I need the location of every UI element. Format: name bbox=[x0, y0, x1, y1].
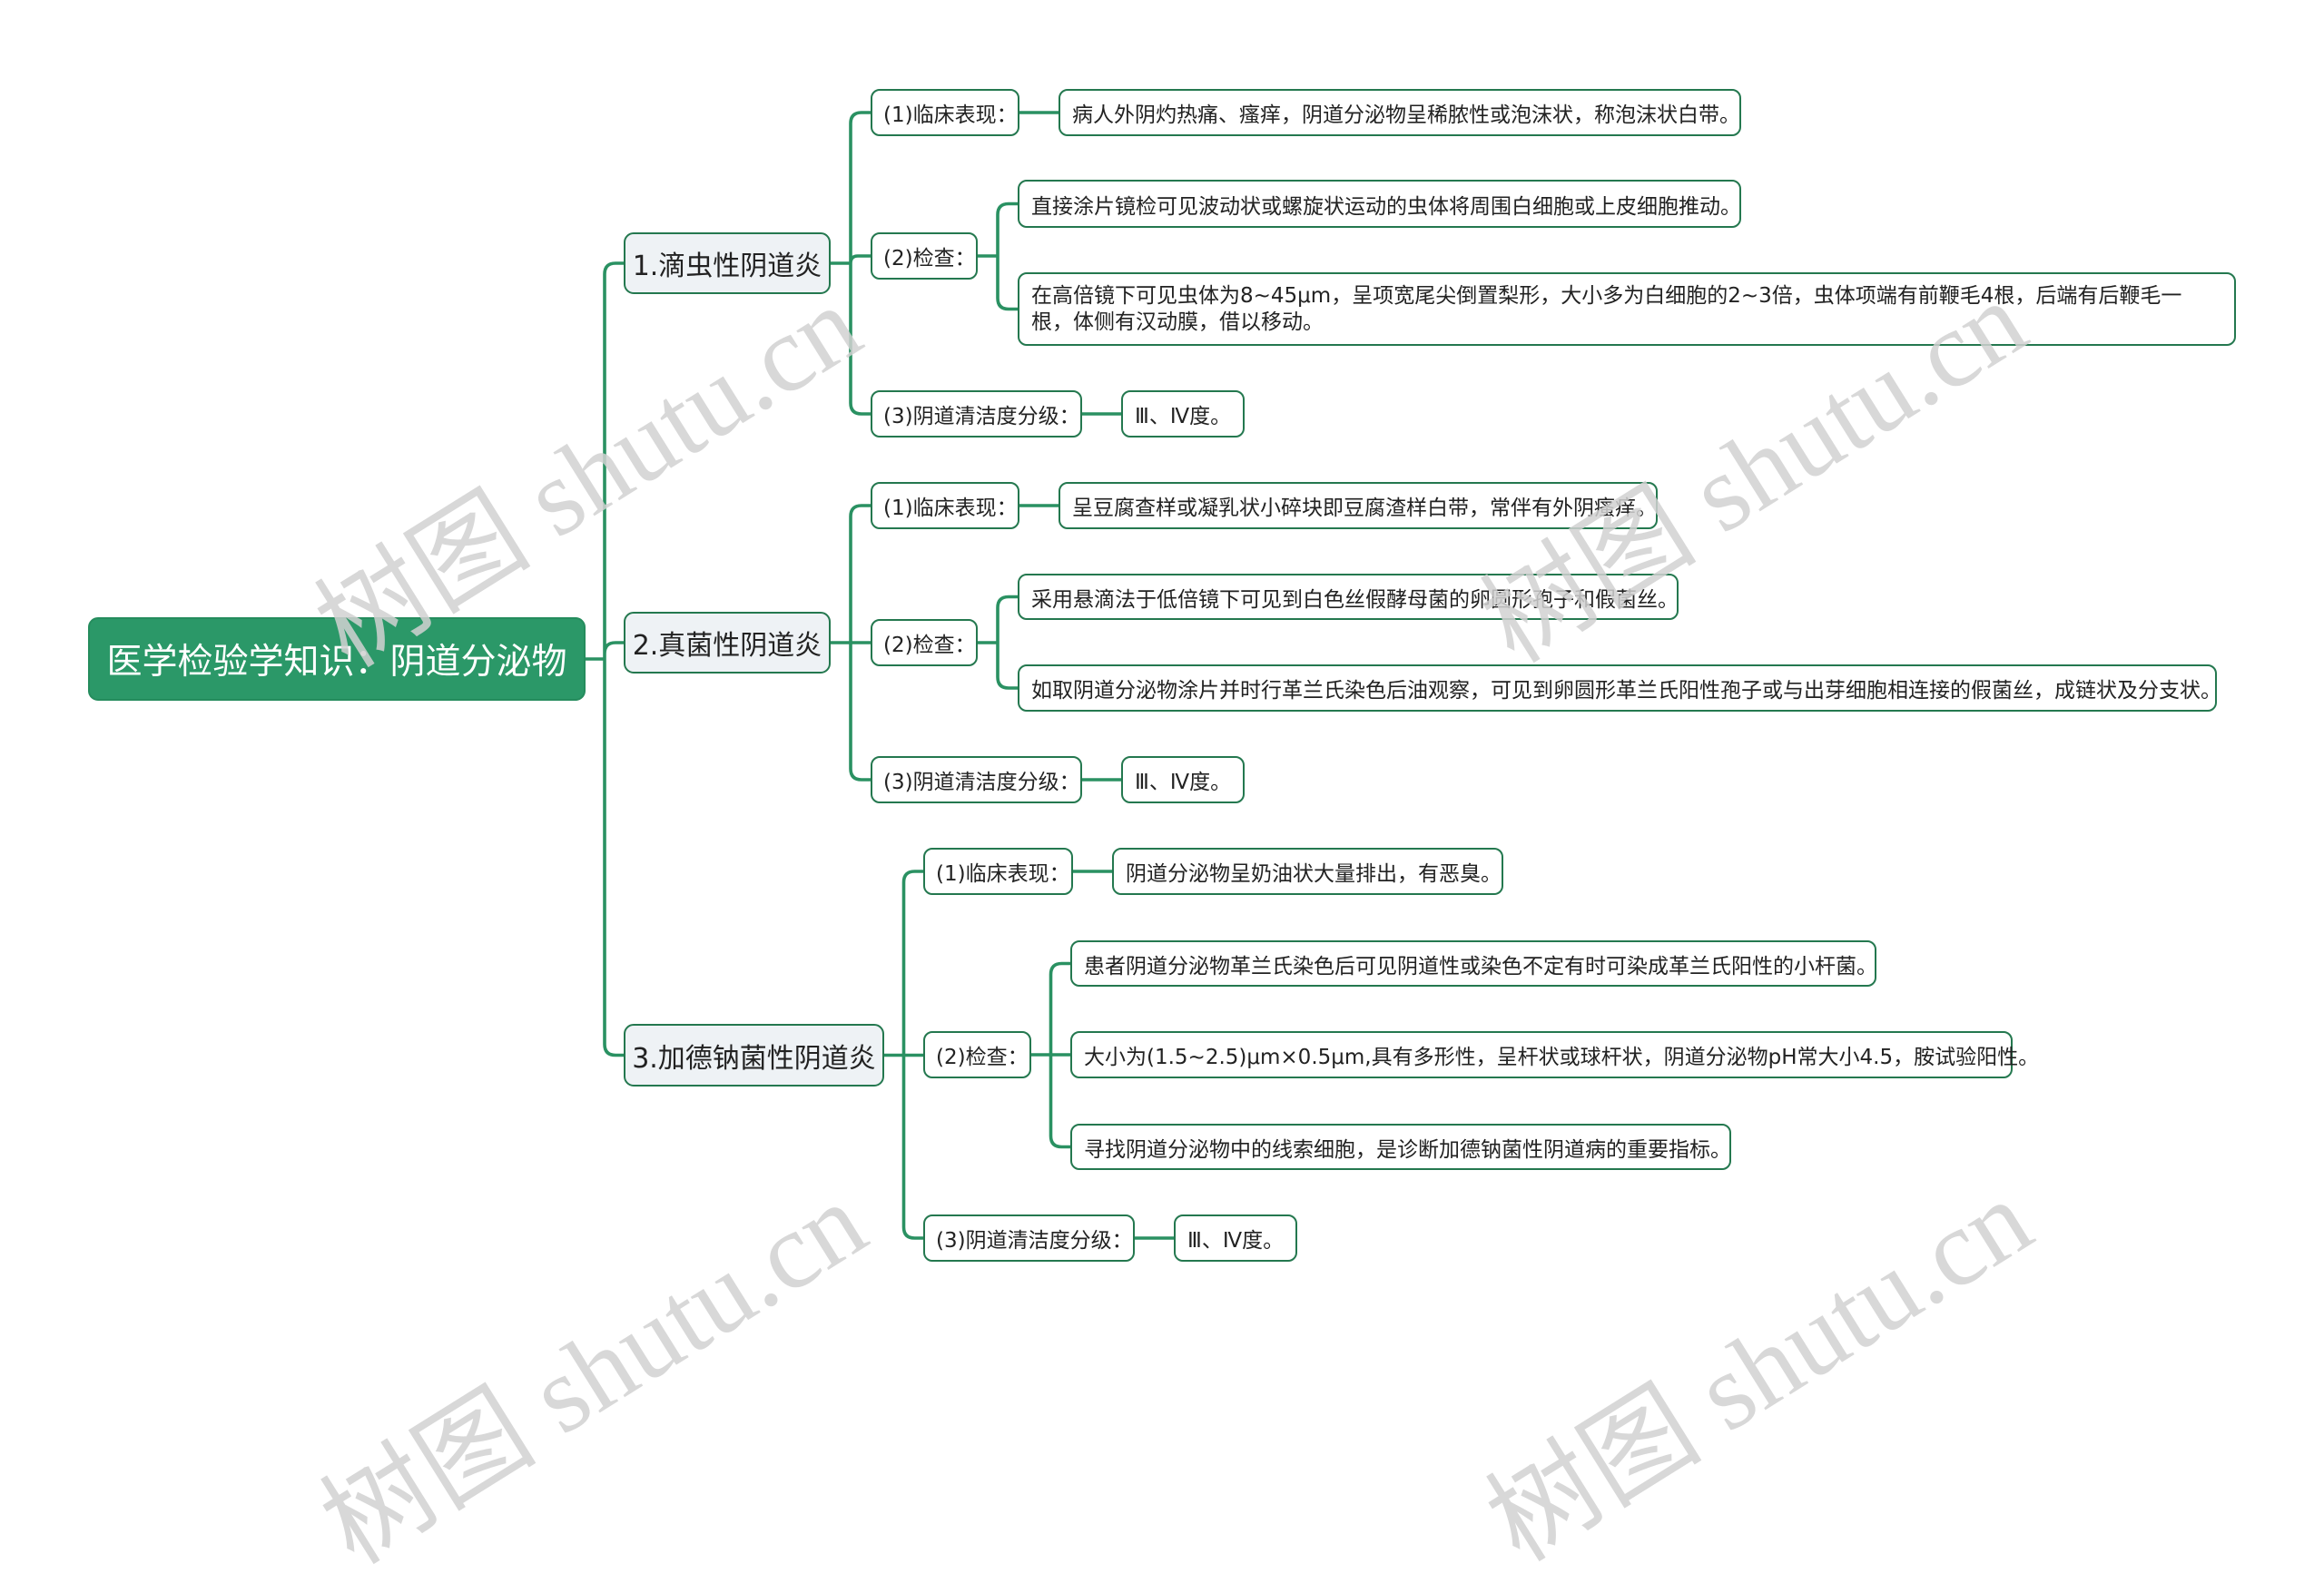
detail-text: 阴道分泌物呈奶油状大量排出，有恶臭。 bbox=[1126, 862, 1502, 886]
subtopic-label: (2)检查： bbox=[883, 247, 976, 270]
topic-trichomonas-vaginitis[interactable]: 1.滴虫性阴道炎 bbox=[624, 232, 831, 294]
mind-map-canvas: 医学检验学知识：阴道分泌物 1.滴虫性阴道炎 (1)临床表现： 病人外阴灼热痛、… bbox=[0, 0, 2324, 1587]
detail-text: 患者阴道分泌物革兰氏染色后可见阴道性或染色不定有时可染成革兰氏阳性的小杆菌。 bbox=[1084, 954, 1877, 978]
detail-node[interactable]: 呈豆腐查样或凝乳状小碎块即豆腐渣样白带，常伴有外阴瘙痒。 bbox=[1059, 482, 1658, 529]
detail-text: 如取阴道分泌物涂片并时行革兰氏染色后油观察，可见到卵圆形革兰氏阳性孢子或与出芽细… bbox=[1031, 679, 2221, 703]
detail-node[interactable]: Ⅲ、Ⅳ度。 bbox=[1121, 390, 1245, 438]
central-topic-label: 医学检验学知识：阴道分泌物 bbox=[106, 642, 567, 683]
subtopic-label: (1)临床表现： bbox=[883, 497, 1018, 520]
detail-text: Ⅲ、Ⅳ度。 bbox=[1135, 771, 1232, 794]
topic-label: 3.加德钠菌性阴道炎 bbox=[632, 1042, 876, 1075]
topic-label: 1.滴虫性阴道炎 bbox=[632, 251, 822, 282]
connector-root bbox=[584, 261, 625, 1057]
connector-b1 bbox=[829, 504, 872, 782]
detail-text: 呈豆腐查样或凝乳状小碎块即豆腐渣样白带，常伴有外阴瘙痒。 bbox=[1072, 497, 1657, 520]
detail-node[interactable]: 阴道分泌物呈奶油状大量排出，有恶臭。 bbox=[1112, 848, 1503, 895]
detail-node[interactable]: Ⅲ、Ⅳ度。 bbox=[1121, 756, 1245, 803]
topic-gardnerella-vaginitis[interactable]: 3.加德钠菌性阴道炎 bbox=[624, 1024, 884, 1087]
detail-node[interactable]: 直接涂片镜检可见波动状或螺旋状运动的虫体将周围白细胞或上皮细胞推动。 bbox=[1018, 180, 1741, 228]
connector-b0 bbox=[829, 111, 872, 416]
connector-b1i1 bbox=[976, 595, 1019, 690]
detail-text: 采用悬滴法于低倍镜下可见到白色丝假酵母菌的卵圆形孢子和假菌丝。 bbox=[1031, 587, 1679, 612]
detail-text: 直接涂片镜检可见波动状或螺旋状运动的虫体将周围白细胞或上皮细胞推动。 bbox=[1031, 194, 1741, 219]
subtopic-clinical-manifestation[interactable]: (1)临床表现： bbox=[871, 482, 1019, 529]
subtopic-cleanliness-grade[interactable]: (3)阴道清洁度分级： bbox=[871, 390, 1082, 438]
subtopic-examination[interactable]: (2)检查： bbox=[871, 232, 978, 280]
detail-node[interactable]: 患者阴道分泌物革兰氏染色后可见阴道性或染色不定有时可染成革兰氏阳性的小杆菌。 bbox=[1070, 940, 1877, 987]
subtopic-examination[interactable]: (2)检查： bbox=[871, 619, 978, 666]
subtopic-examination[interactable]: (2)检查： bbox=[923, 1031, 1031, 1078]
subtopic-label: (3)阴道清洁度分级： bbox=[936, 1229, 1133, 1253]
subtopic-label: (3)阴道清洁度分级： bbox=[883, 405, 1080, 428]
connector-b2i1 bbox=[1029, 961, 1072, 1149]
detail-node[interactable]: Ⅲ、Ⅳ度。 bbox=[1174, 1214, 1297, 1262]
subtopic-label: (2)检查： bbox=[883, 634, 976, 657]
detail-text: 大小为(1.5~2.5)μm×0.5μm,具有多形性，呈杆状或球杆状，阴道分泌物… bbox=[1084, 1046, 2040, 1069]
subtopic-label: (3)阴道清洁度分级： bbox=[883, 771, 1080, 794]
subtopic-cleanliness-grade[interactable]: (3)阴道清洁度分级： bbox=[923, 1214, 1135, 1262]
subtopic-clinical-manifestation[interactable]: (1)临床表现： bbox=[923, 848, 1073, 895]
detail-text: 在高倍镜下可见虫体为8~45μm，呈项宽尾尖倒置梨形，大小多为白细胞的2~3倍，… bbox=[1031, 283, 2182, 334]
connector-b0i1 bbox=[976, 202, 1019, 311]
detail-node[interactable]: 寻找阴道分泌物中的线索细胞，是诊断加德钠菌性阴道病的重要指标。 bbox=[1070, 1124, 1731, 1170]
detail-node[interactable]: 在高倍镜下可见虫体为8~45μm，呈项宽尾尖倒置梨形，大小多为白细胞的2~3倍，… bbox=[1018, 272, 2236, 346]
central-topic[interactable]: 医学检验学知识：阴道分泌物 bbox=[88, 617, 586, 701]
detail-node[interactable]: 大小为(1.5~2.5)μm×0.5μm,具有多形性，呈杆状或球杆状，阴道分泌物… bbox=[1070, 1031, 2039, 1078]
topic-label: 2.真菌性阴道炎 bbox=[632, 630, 822, 662]
detail-text: 寻找阴道分泌物中的线索细胞，是诊断加德钠菌性阴道病的重要指标。 bbox=[1084, 1137, 1731, 1162]
subtopic-label: (2)检查： bbox=[936, 1046, 1029, 1069]
subtopic-clinical-manifestation[interactable]: (1)临床表现： bbox=[871, 89, 1019, 136]
detail-node[interactable]: 病人外阴灼热痛、瘙痒，阴道分泌物呈稀脓性或泡沫状，称泡沫状白带。 bbox=[1059, 89, 1741, 136]
subtopic-label: (1)临床表现： bbox=[936, 862, 1070, 886]
detail-node[interactable]: 采用悬滴法于低倍镜下可见到白色丝假酵母菌的卵圆形孢子和假菌丝。 bbox=[1018, 574, 1679, 620]
connector-b2 bbox=[882, 870, 925, 1240]
detail-node[interactable]: 如取阴道分泌物涂片并时行革兰氏染色后油观察，可见到卵圆形革兰氏阳性孢子或与出芽细… bbox=[1018, 664, 2221, 712]
detail-text: Ⅲ、Ⅳ度。 bbox=[1187, 1229, 1285, 1253]
topic-fungal-vaginitis[interactable]: 2.真菌性阴道炎 bbox=[624, 612, 831, 674]
subtopic-cleanliness-grade[interactable]: (3)阴道清洁度分级： bbox=[871, 756, 1082, 803]
subtopic-label: (1)临床表现： bbox=[883, 103, 1018, 127]
detail-text: 病人外阴灼热痛、瘙痒，阴道分泌物呈稀脓性或泡沫状，称泡沫状白带。 bbox=[1072, 103, 1740, 127]
detail-text: Ⅲ、Ⅳ度。 bbox=[1135, 405, 1232, 428]
